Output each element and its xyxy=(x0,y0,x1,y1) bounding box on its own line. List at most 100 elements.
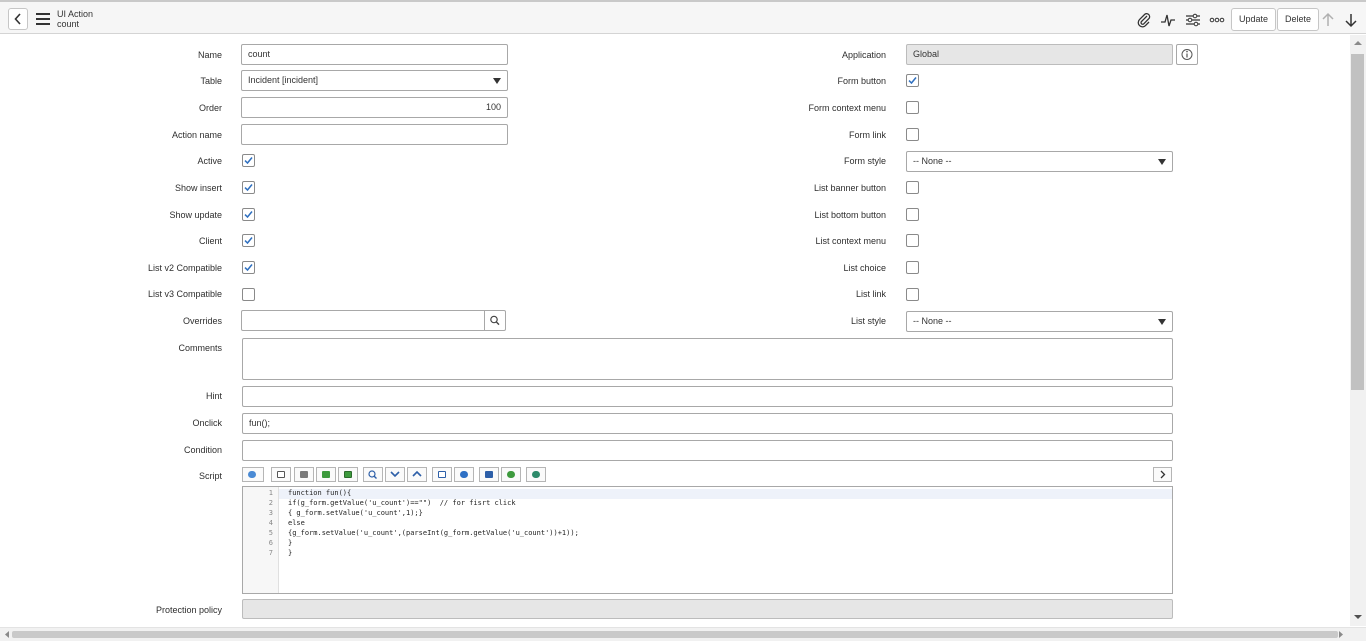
list-bottom-button-checkbox[interactable] xyxy=(906,208,919,221)
application-field: Global xyxy=(906,44,1173,65)
find-previous-button[interactable] xyxy=(407,467,427,482)
format-code-button[interactable] xyxy=(316,467,336,482)
code-line: else xyxy=(288,519,305,527)
horizontal-scrollbar-thumb[interactable] xyxy=(12,631,1338,638)
form-style-select[interactable]: -- None -- xyxy=(906,151,1173,172)
form-link-label: Form link xyxy=(848,130,886,140)
code-line: } xyxy=(288,549,293,557)
checkmark-icon xyxy=(244,211,253,219)
list-v2-checkbox[interactable] xyxy=(242,261,255,274)
hint-field[interactable] xyxy=(242,386,1173,407)
show-update-checkbox[interactable] xyxy=(242,208,255,221)
save-button[interactable] xyxy=(479,467,499,482)
overrides-lookup-button[interactable] xyxy=(484,310,506,331)
onclick-label: Onclick xyxy=(192,418,222,428)
scroll-down-icon[interactable] xyxy=(1353,613,1363,621)
form-context-menu-checkbox[interactable] xyxy=(906,101,919,114)
script-debugger-button[interactable] xyxy=(501,467,521,482)
checkmark-icon xyxy=(244,184,253,192)
name-label: Name xyxy=(197,50,222,60)
line-number: 4 xyxy=(268,519,273,527)
condition-field[interactable] xyxy=(242,440,1173,461)
list-style-select[interactable]: -- None -- xyxy=(906,311,1173,332)
hamburger-icon[interactable] xyxy=(36,13,50,25)
overrides-field[interactable] xyxy=(241,310,485,331)
back-button[interactable] xyxy=(8,8,28,30)
search-code-button[interactable] xyxy=(363,467,383,482)
replace-button[interactable] xyxy=(338,467,358,482)
line-number: 6 xyxy=(268,539,273,547)
order-field[interactable]: 100 xyxy=(241,97,508,118)
script-label: Script xyxy=(198,471,222,481)
overrides-label: Overrides xyxy=(182,316,222,326)
format-icon xyxy=(322,471,330,478)
ellipsis-icon[interactable] xyxy=(1209,12,1225,28)
application-info-button[interactable] xyxy=(1176,44,1198,65)
list-bottom-button-label: List bottom button xyxy=(814,210,886,220)
scroll-right-icon[interactable] xyxy=(1337,630,1345,639)
chevron-down-icon xyxy=(493,78,501,84)
list-style-value: -- None -- xyxy=(913,316,952,326)
comment-button[interactable] xyxy=(271,467,291,482)
gear-icon xyxy=(532,471,540,478)
fullscreen-button[interactable] xyxy=(432,467,452,482)
list-context-menu-label: List context menu xyxy=(815,236,886,246)
checkmark-icon xyxy=(244,264,253,272)
form-context-menu-label: Form context menu xyxy=(808,103,886,113)
uncomment-icon xyxy=(300,471,308,478)
checkmark-icon xyxy=(244,157,253,165)
comments-label: Comments xyxy=(178,343,222,353)
action-name-field[interactable] xyxy=(241,124,508,145)
delete-button[interactable]: Delete xyxy=(1277,8,1320,31)
activity-pulse-icon[interactable] xyxy=(1160,12,1176,28)
scroll-left-icon[interactable] xyxy=(3,630,11,639)
uncomment-button[interactable] xyxy=(294,467,314,482)
comments-textarea[interactable] xyxy=(242,338,1173,380)
list-choice-checkbox[interactable] xyxy=(906,261,919,274)
list-link-checkbox[interactable] xyxy=(906,288,919,301)
chevron-up-icon xyxy=(412,470,422,477)
arrow-down-icon[interactable] xyxy=(1343,12,1359,28)
scroll-up-icon[interactable] xyxy=(1353,39,1363,47)
expand-script-button[interactable] xyxy=(1153,467,1172,482)
action-name-label: Action name xyxy=(171,130,222,140)
paperclip-icon[interactable] xyxy=(1136,12,1152,28)
toggle-syntax-button[interactable] xyxy=(242,467,264,482)
form-link-checkbox[interactable] xyxy=(906,128,919,141)
code-line: } xyxy=(288,539,293,547)
active-checkbox[interactable] xyxy=(242,154,255,167)
list-banner-button-checkbox[interactable] xyxy=(906,181,919,194)
help-button[interactable] xyxy=(454,467,474,482)
chevron-left-icon xyxy=(14,13,21,25)
onclick-field[interactable]: fun(); xyxy=(242,413,1173,434)
list-v3-checkbox[interactable] xyxy=(242,288,255,301)
line-number: 2 xyxy=(268,499,273,507)
hint-label: Hint xyxy=(205,391,222,401)
script-editor[interactable]: 1 function fun(){2 if(g_form.getValue('u_c… xyxy=(242,486,1173,594)
name-field[interactable]: count xyxy=(241,44,508,65)
checkmark-icon xyxy=(244,237,253,245)
script-settings-button[interactable] xyxy=(526,467,546,482)
list-style-label: List style xyxy=(850,316,886,326)
update-button[interactable]: Update xyxy=(1231,8,1277,31)
active-label: Active xyxy=(197,156,222,166)
checkmark-icon xyxy=(908,77,917,85)
code-line: { g_form.setValue('u_count',1);} xyxy=(288,509,423,517)
form-style-value: -- None -- xyxy=(913,156,952,166)
show-insert-checkbox[interactable] xyxy=(242,181,255,194)
replace-icon xyxy=(344,471,352,478)
arrow-up-icon[interactable] xyxy=(1320,12,1336,28)
find-next-button[interactable] xyxy=(385,467,405,482)
line-number: 7 xyxy=(268,549,273,557)
vertical-scrollbar-thumb[interactable] xyxy=(1351,54,1364,390)
comment-icon xyxy=(277,471,285,478)
list-link-label: List link xyxy=(855,289,886,299)
sliders-icon[interactable] xyxy=(1185,12,1201,28)
debugger-icon xyxy=(507,471,515,478)
record-name-title: count xyxy=(57,19,80,29)
form-button-checkbox[interactable] xyxy=(906,74,919,87)
table-select[interactable]: Incident [incident] xyxy=(241,70,508,91)
save-icon xyxy=(485,471,493,478)
list-context-menu-checkbox[interactable] xyxy=(906,234,919,247)
client-checkbox[interactable] xyxy=(242,234,255,247)
